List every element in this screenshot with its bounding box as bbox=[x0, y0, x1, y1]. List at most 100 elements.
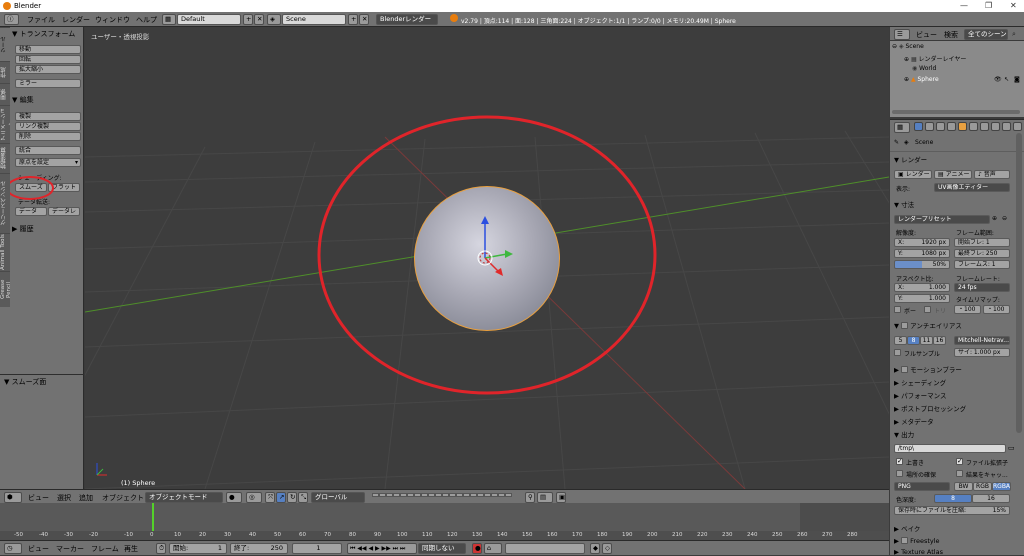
outliner-horizontal-scrollbar[interactable] bbox=[892, 110, 1020, 114]
scene-field[interactable]: Scene bbox=[282, 14, 346, 25]
display-dropdown[interactable]: UV画像エディター bbox=[934, 183, 1010, 192]
translate-manipulator-icon[interactable]: ↗ bbox=[276, 492, 286, 503]
output-panel-header[interactable]: ▼ 出力 bbox=[894, 429, 914, 439]
manipulator-toggle-icon[interactable]: ⤧ bbox=[265, 492, 275, 503]
snap-element-icon[interactable]: ▤ bbox=[537, 492, 553, 503]
menu-marker[interactable]: マーカー bbox=[56, 544, 84, 554]
tab-animall[interactable]: Animall Tools bbox=[0, 233, 10, 271]
aa-samples-11[interactable]: 11 bbox=[920, 336, 933, 345]
selectability-cursor-icon[interactable]: ↖ bbox=[1004, 76, 1009, 83]
editor-type-info-icon[interactable]: ⓘ bbox=[4, 14, 19, 25]
freestyle-panel-header[interactable]: ▶ Freestyle bbox=[894, 536, 940, 545]
scene-context-icon[interactable] bbox=[936, 122, 945, 131]
add-layout-button[interactable]: + bbox=[243, 14, 253, 25]
menu-window[interactable]: ウィンドウ bbox=[95, 15, 130, 25]
data-context-icon[interactable] bbox=[991, 122, 1000, 131]
motion-blur-checkbox[interactable] bbox=[901, 366, 909, 373]
aa-panel-header[interactable]: ▼ アンチエイリアス bbox=[894, 320, 962, 330]
menu-frame[interactable]: フレーム bbox=[91, 544, 119, 554]
translate-button[interactable]: 移動 bbox=[15, 45, 81, 54]
remove-layout-button[interactable]: ✕ bbox=[254, 14, 264, 25]
data-transfer-button[interactable]: データ bbox=[15, 207, 47, 216]
aa-samples-8[interactable]: 8 bbox=[907, 336, 920, 345]
outliner-item-scene[interactable]: ⊖ ◈ Scene bbox=[892, 43, 924, 50]
aa-checkbox[interactable] bbox=[901, 322, 909, 329]
cache-result-checkbox[interactable] bbox=[956, 470, 963, 477]
border-checkbox[interactable] bbox=[894, 306, 901, 313]
editor-type-outliner-icon[interactable]: ☰ bbox=[894, 29, 910, 40]
placeholders-checkbox[interactable] bbox=[896, 470, 903, 477]
performance-panel-header[interactable]: ▶ パフォーマンス bbox=[894, 390, 946, 400]
frame-start-field[interactable]: 開始フレ: 1 bbox=[954, 238, 1010, 247]
menu-render[interactable]: レンダー bbox=[62, 15, 90, 25]
transform-orientation-dropdown[interactable]: グローバル bbox=[311, 492, 365, 503]
expand-icon[interactable]: ⊖ bbox=[892, 43, 897, 50]
texture-context-icon[interactable] bbox=[1013, 122, 1022, 131]
keying-set-field[interactable] bbox=[505, 543, 585, 554]
menu-timeline-view[interactable]: ビュー bbox=[28, 544, 49, 554]
resolution-x-field[interactable]: X: 1920 px bbox=[894, 238, 950, 247]
folder-browse-icon[interactable]: ▭ bbox=[1008, 444, 1015, 452]
remap-new-field[interactable]: ・100 bbox=[983, 305, 1010, 314]
motion-blur-panel-header[interactable]: ▶ モーションブラー bbox=[894, 364, 962, 374]
rotate-manipulator-icon[interactable]: ↻ bbox=[287, 492, 297, 503]
remove-preset-icon[interactable]: ⊖ bbox=[1002, 215, 1007, 222]
modifiers-context-icon[interactable] bbox=[980, 122, 989, 131]
aa-samples-5[interactable]: 5 bbox=[894, 336, 907, 345]
menu-playback[interactable]: 再生 bbox=[124, 544, 138, 554]
menu-outliner-search[interactable]: 検索 bbox=[944, 30, 958, 40]
crop-checkbox[interactable] bbox=[924, 306, 931, 313]
start-frame-field[interactable]: 開始: 1 bbox=[169, 543, 227, 554]
duplicate-linked-button[interactable]: リンク複製 bbox=[15, 122, 81, 131]
metadata-panel-header[interactable]: ▶ メタデータ bbox=[894, 416, 934, 426]
operator-panel-header[interactable]: ▼ スムーズ面 bbox=[4, 377, 46, 387]
snap-toggle-icon[interactable]: ⚲ bbox=[525, 492, 535, 503]
timeline-track[interactable] bbox=[0, 503, 889, 531]
file-extension-checkbox[interactable]: ✓ bbox=[956, 457, 963, 465]
resolution-percent-slider[interactable]: 50% bbox=[894, 260, 950, 269]
render-layers-context-icon[interactable] bbox=[925, 122, 934, 131]
menu-add[interactable]: 追加 bbox=[79, 493, 93, 503]
history-panel-header[interactable]: ▶ 履歴 bbox=[12, 224, 34, 234]
tab-tools[interactable]: ツール bbox=[0, 27, 10, 61]
render-audio-button[interactable]: ♪ 音声 bbox=[974, 170, 1010, 179]
delete-keyframe-icon[interactable]: ◇ bbox=[602, 543, 612, 554]
tab-create[interactable]: 作成 bbox=[0, 61, 10, 83]
aspect-y-field[interactable]: Y: 1.000 bbox=[894, 294, 950, 303]
compression-slider[interactable]: 保存時にファイルを圧縮: 15% bbox=[894, 506, 1010, 515]
render-engine-dropdown[interactable]: Blenderレンダー bbox=[376, 14, 438, 25]
expand-icon[interactable]: ⊕ bbox=[904, 76, 909, 83]
outliner-item-world[interactable]: ◉ World bbox=[912, 65, 936, 72]
data-layout-button[interactable]: データレ bbox=[48, 207, 80, 216]
pin-icon[interactable]: ✎ bbox=[894, 139, 899, 146]
render-image-button[interactable]: ▣ レンダー bbox=[894, 170, 932, 179]
scene-icon[interactable]: ◈ bbox=[267, 14, 281, 25]
mode-dropdown[interactable]: オブジェクトモード bbox=[145, 492, 223, 503]
add-scene-button[interactable]: + bbox=[348, 14, 358, 25]
edit-panel-header[interactable]: ▼ 編集 bbox=[12, 95, 34, 105]
render-animation-button[interactable]: ▤ アニメー bbox=[934, 170, 972, 179]
transform-panel-header[interactable]: ▼ トランスフォーム bbox=[12, 29, 75, 39]
color-depth-8-button[interactable]: 8 bbox=[934, 494, 972, 503]
outliner-filter-dropdown[interactable]: 全てのシーン bbox=[964, 29, 1008, 40]
remove-scene-button[interactable]: ✕ bbox=[359, 14, 369, 25]
properties-scrollbar[interactable] bbox=[1016, 133, 1022, 433]
pivot-point-icon[interactable]: ◎ bbox=[246, 492, 262, 503]
3d-viewport[interactable]: ユーザー・透視投影 (1) Sphere bbox=[85, 27, 889, 489]
scale-manipulator-icon[interactable]: ⤡ bbox=[298, 492, 308, 503]
delete-button[interactable]: 削除 bbox=[15, 132, 81, 141]
editor-type-3dview-icon[interactable]: ⬢ bbox=[4, 492, 22, 503]
viewport-shading-icon[interactable]: ● bbox=[226, 492, 242, 503]
aspect-x-field[interactable]: X: 1.000 bbox=[894, 283, 950, 292]
menu-object[interactable]: オブジェクト bbox=[102, 493, 144, 503]
keying-set-icon[interactable]: ⌂ bbox=[484, 543, 502, 554]
resolution-y-field[interactable]: Y: 1080 px bbox=[894, 249, 950, 258]
join-button[interactable]: 統合 bbox=[15, 146, 81, 155]
close-button[interactable]: ✕ bbox=[1010, 1, 1017, 10]
render-panel-header[interactable]: ▼ レンダー bbox=[894, 154, 927, 164]
menu-file[interactable]: ファイル bbox=[27, 15, 55, 25]
duplicate-button[interactable]: 複製 bbox=[15, 112, 81, 121]
mirror-button[interactable]: ミラー bbox=[15, 79, 81, 88]
material-context-icon[interactable] bbox=[1002, 122, 1011, 131]
outliner-search-icon[interactable]: ⌕ bbox=[1012, 30, 1016, 39]
